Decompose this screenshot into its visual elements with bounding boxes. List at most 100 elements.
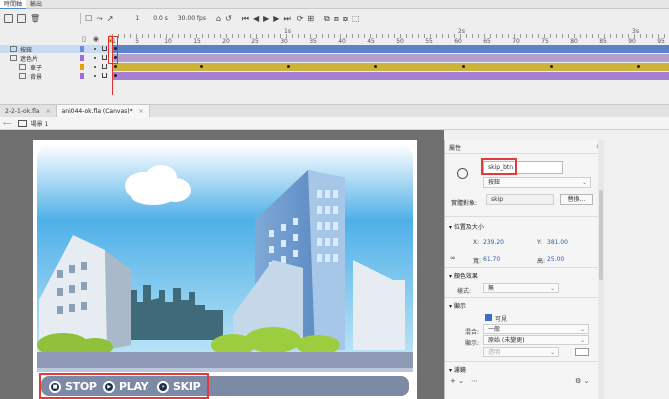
frame-row[interactable] bbox=[112, 54, 669, 62]
new-folder-icon[interactable] bbox=[17, 13, 26, 23]
swap-button[interactable]: 替換... bbox=[560, 194, 593, 205]
visibility-dot[interactable] bbox=[94, 75, 96, 77]
keyframe[interactable] bbox=[550, 65, 553, 68]
layer-color-swatch[interactable] bbox=[80, 64, 84, 70]
tween-icon[interactable]: ⬚ bbox=[352, 14, 360, 23]
close-icon[interactable]: × bbox=[139, 108, 144, 115]
loop-playback-icon[interactable]: ⟳ bbox=[297, 14, 304, 23]
layer-row[interactable]: 背景 bbox=[0, 72, 112, 81]
goto-last-icon[interactable]: ⏭ bbox=[283, 14, 290, 23]
lock-icon[interactable] bbox=[102, 64, 107, 69]
scrollbar-thumb[interactable] bbox=[599, 190, 603, 280]
lock-icon[interactable] bbox=[102, 73, 107, 78]
doc-tab-label: 2-2-1-ok.fla bbox=[5, 108, 40, 115]
ruler-frame-number: 30 bbox=[280, 38, 288, 45]
loop-icon[interactable]: ↺ bbox=[225, 14, 232, 23]
gear-icon[interactable]: ⚙ ⌄ bbox=[575, 377, 589, 385]
frame-row[interactable] bbox=[112, 45, 669, 53]
parent-icon[interactable]: ⤳ bbox=[96, 14, 102, 23]
visibility-dot[interactable] bbox=[94, 66, 96, 68]
ruler-frame-number: 10 bbox=[164, 38, 172, 45]
highlight-icon[interactable]: ▯ bbox=[82, 35, 86, 43]
frame-row[interactable] bbox=[112, 63, 669, 71]
tab-output[interactable]: 輸出 bbox=[26, 0, 46, 9]
x-value[interactable]: 239.20 bbox=[483, 239, 504, 246]
fps-readout[interactable]: 30.00 fps bbox=[178, 15, 206, 22]
goto-first-icon[interactable]: ⏮ bbox=[242, 14, 249, 23]
ruler-second-marker: 1s bbox=[284, 28, 291, 35]
layer-row[interactable]: 車子 bbox=[0, 63, 112, 72]
scene-label[interactable]: 場景 1 bbox=[31, 119, 49, 128]
keyframe[interactable] bbox=[200, 65, 203, 68]
ruler-frame-number: 5 bbox=[135, 38, 140, 45]
layer-color-swatch[interactable] bbox=[80, 73, 84, 79]
new-layer-icon[interactable] bbox=[4, 13, 13, 23]
insert-keyframe-icon[interactable]: ⊞ bbox=[307, 14, 314, 23]
timeline-ruler[interactable]: 1510152025303540455055606570758085909510… bbox=[112, 27, 669, 45]
frame-row[interactable] bbox=[112, 72, 669, 80]
layer-color-swatch[interactable] bbox=[80, 55, 84, 61]
delete-layer-icon[interactable]: 🗑 bbox=[30, 14, 40, 23]
layer-color-swatch[interactable] bbox=[80, 46, 84, 52]
keyframe[interactable] bbox=[114, 74, 117, 77]
step-back-icon[interactable]: ◀ bbox=[253, 14, 259, 23]
position-section-header[interactable]: ▾ 位置及大小 bbox=[449, 222, 484, 231]
visible-checkbox[interactable] bbox=[485, 314, 492, 321]
add-filter-icon[interactable]: + ⌄ bbox=[450, 377, 464, 385]
scrollbar[interactable] bbox=[598, 140, 604, 399]
tab-timeline[interactable]: 時間軸 bbox=[0, 0, 27, 9]
y-label: Y: bbox=[537, 239, 542, 246]
divider bbox=[445, 216, 599, 217]
ruler-frame-number: 90 bbox=[628, 38, 636, 45]
edit-multiple-icon[interactable]: ⧇ bbox=[343, 14, 348, 23]
onion-skin-icon[interactable]: ⧉ bbox=[324, 14, 330, 23]
filter-section-header[interactable]: ▾ 濾鏡 bbox=[449, 365, 466, 374]
divider bbox=[445, 297, 599, 298]
play-icon[interactable]: ▶ bbox=[263, 14, 269, 23]
y-value[interactable]: 381.00 bbox=[547, 239, 568, 246]
lock-icon[interactable] bbox=[102, 55, 107, 60]
ruler-frame-number: 95 bbox=[657, 38, 665, 45]
ruler-frame-number: 15 bbox=[193, 38, 201, 45]
center-frame-icon[interactable]: ⌂ bbox=[216, 14, 221, 23]
ruler-frame-number: 35 bbox=[309, 38, 317, 45]
playhead[interactable] bbox=[112, 36, 113, 95]
color-section-header[interactable]: ▾ 顏色效果 bbox=[449, 271, 478, 280]
layer-depth-icon[interactable]: ↗ bbox=[107, 14, 114, 23]
close-icon[interactable]: × bbox=[46, 108, 51, 115]
lock-icon[interactable] bbox=[102, 46, 107, 51]
symbol-type-select[interactable]: 按鈕 ⌄ bbox=[483, 177, 591, 188]
chevron-down-icon: ⌄ bbox=[579, 337, 585, 344]
w-value[interactable]: 61.70 bbox=[483, 256, 500, 263]
flash-ide-window: { "top_tabs": ["時間軸", "輸出"], "timeline":… bbox=[0, 0, 669, 399]
style-select[interactable]: 無 ⌄ bbox=[483, 283, 559, 293]
keyframe[interactable] bbox=[374, 65, 377, 68]
playhead-highlight bbox=[108, 36, 118, 64]
visibility-dot[interactable] bbox=[94, 57, 96, 59]
render-select[interactable]: 原始 (未變更) ⌄ bbox=[483, 335, 589, 345]
layer-row[interactable]: 按鈕 bbox=[0, 45, 112, 54]
visibility-dot[interactable] bbox=[94, 48, 96, 50]
ruler-frame-number: 40 bbox=[338, 38, 346, 45]
keyframe[interactable] bbox=[114, 65, 117, 68]
background-color-swatch[interactable] bbox=[575, 348, 589, 356]
stage-canvas[interactable]: ■ STOP ▶ PLAY » SKIP bbox=[33, 140, 417, 399]
stage-artwork bbox=[37, 144, 413, 372]
more-options-icon[interactable]: ⋯ bbox=[471, 377, 478, 385]
blend-select[interactable]: 一般 ⌄ bbox=[483, 324, 589, 334]
blend-label: 混合: bbox=[465, 329, 480, 336]
step-forward-icon[interactable]: ▶ bbox=[273, 14, 279, 23]
back-arrow-icon[interactable]: ⟵ bbox=[3, 120, 12, 127]
tab-properties[interactable]: 屬性 bbox=[449, 143, 461, 152]
link-icon[interactable]: ∞ bbox=[450, 254, 456, 262]
keyframe[interactable] bbox=[637, 65, 640, 68]
h-value[interactable]: 25.00 bbox=[547, 256, 564, 263]
keyframe[interactable] bbox=[287, 65, 290, 68]
camera-icon[interactable]: ☐ bbox=[85, 14, 92, 23]
onion-outline-icon[interactable]: ⧈ bbox=[334, 14, 339, 23]
properties-panel: 屬性 ≡ skip_btn 按鈕 ⌄ 實體對象: skip 替換... ▾ 位置… bbox=[444, 140, 604, 399]
layer-row[interactable]: 遮色片 bbox=[0, 54, 112, 63]
display-section-header[interactable]: ▾ 顯示 bbox=[449, 301, 466, 310]
keyframe[interactable] bbox=[462, 65, 465, 68]
eye-icon[interactable]: ◉ bbox=[93, 35, 99, 43]
